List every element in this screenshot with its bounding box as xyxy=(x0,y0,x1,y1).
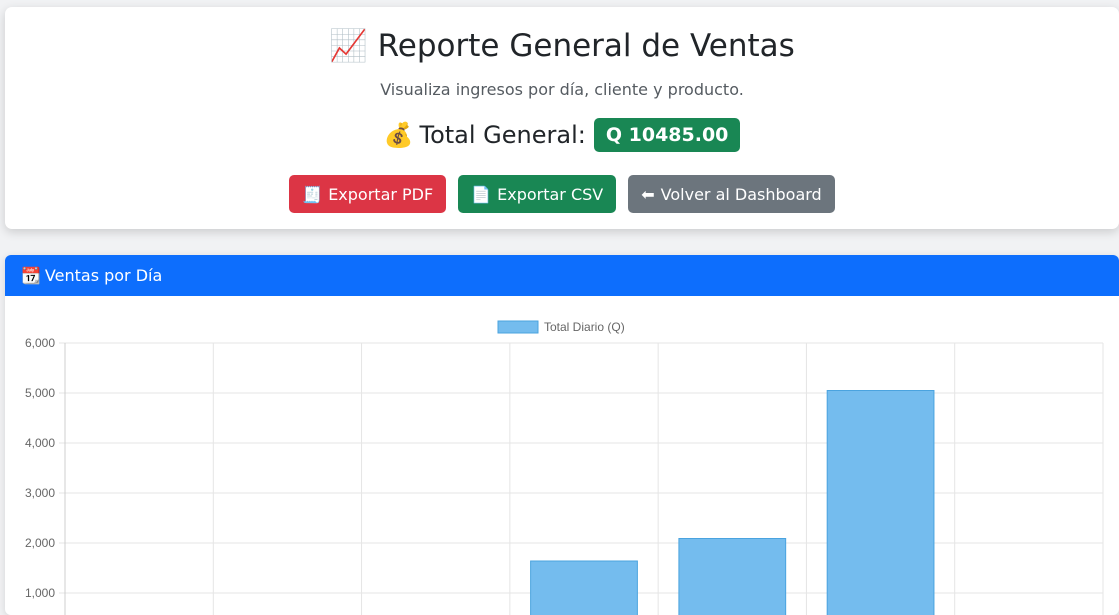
y-tick-label: 2,000 xyxy=(25,536,55,550)
y-tick-label: 6,000 xyxy=(25,336,55,350)
export-pdf-label: Exportar PDF xyxy=(328,185,433,204)
action-buttons: 🧾 Exportar PDF 📄 Exportar CSV ⬅ Volver a… xyxy=(5,175,1119,213)
total-general-row: 💰 Total General: Q 10485.00 xyxy=(5,118,1119,152)
money-bag-icon: 💰 xyxy=(384,121,414,149)
bar xyxy=(827,391,934,615)
y-tick-label: 4,000 xyxy=(25,436,55,450)
arrow-left-icon: ⬅ xyxy=(641,185,654,204)
page-subtitle: Visualiza ingresos por día, cliente y pr… xyxy=(5,80,1119,99)
document-icon: 📄 xyxy=(471,185,491,204)
page-title: 📈 Reporte General de Ventas xyxy=(5,27,1119,64)
bar xyxy=(679,539,786,615)
y-tick-label: 3,000 xyxy=(25,486,55,500)
receipt-icon: 🧾 xyxy=(302,185,322,204)
ventas-por-dia-chart: 1,000 2,000 3,000 4,000 5,000 6,000 Total Diar… xyxy=(5,255,1119,615)
total-general-label: Total General: xyxy=(420,121,586,149)
page-title-text: Reporte General de Ventas xyxy=(378,28,795,64)
export-pdf-button[interactable]: 🧾 Exportar PDF xyxy=(289,175,446,213)
legend-swatch xyxy=(498,321,538,333)
report-header-card: 📈 Reporte General de Ventas Visualiza in… xyxy=(5,7,1119,229)
y-tick-label: 1,000 xyxy=(25,586,55,600)
export-csv-button[interactable]: 📄 Exportar CSV xyxy=(458,175,616,213)
back-to-dashboard-label: Volver al Dashboard xyxy=(661,185,822,204)
legend-label: Total Diario (Q) xyxy=(544,320,625,334)
export-csv-label: Exportar CSV xyxy=(497,185,603,204)
ventas-por-dia-card: 📆 Ventas por Día 1,0002,0003,0004,0005,0… xyxy=(5,255,1119,615)
bar xyxy=(531,561,638,615)
y-tick-label: 5,000 xyxy=(25,386,55,400)
chart-trend-icon: 📈 xyxy=(329,28,368,64)
total-general-badge: Q 10485.00 xyxy=(594,118,741,152)
back-to-dashboard-button[interactable]: ⬅ Volver al Dashboard xyxy=(628,175,834,213)
